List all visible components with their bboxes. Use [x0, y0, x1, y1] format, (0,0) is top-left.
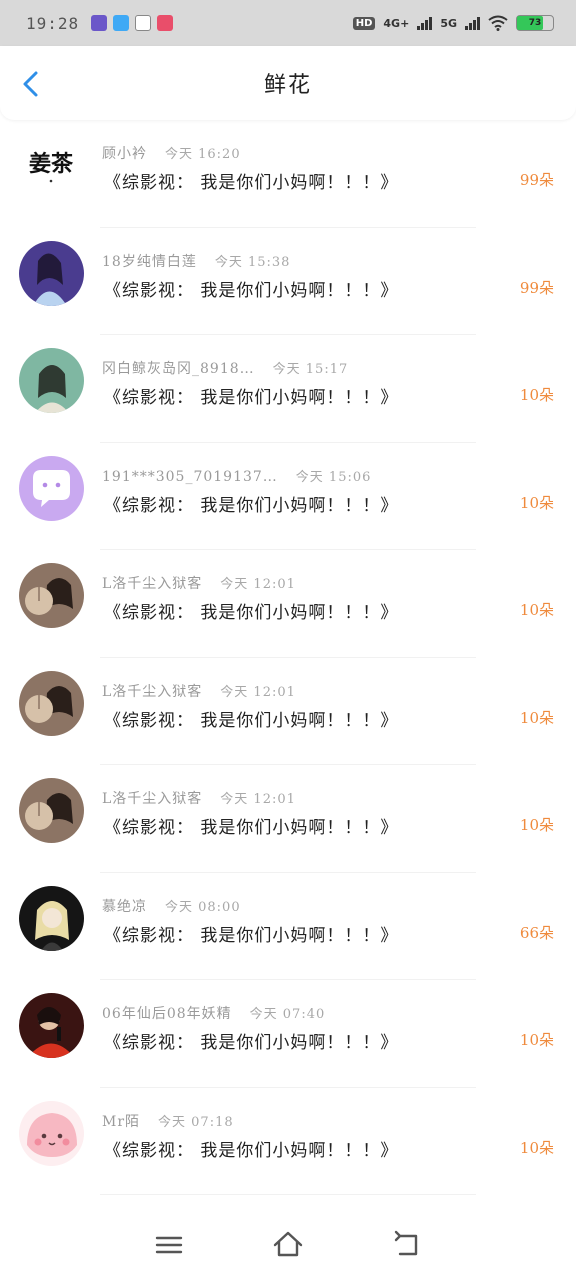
- flower-count: 10朵: [519, 386, 554, 404]
- status-bar: 19:28 HD 4G+ 5G 73: [0, 0, 576, 46]
- list-item[interactable]: 慕绝凉 今天 08:00 《综影视： 我是你们小妈啊！！！》 66朵: [0, 873, 576, 980]
- sender-line: 06年仙后08年妖精 今天 07:40: [102, 1003, 325, 1023]
- flower-count: 99朵: [519, 171, 554, 189]
- sender-line: 顾小衿 今天 16:20: [102, 143, 241, 163]
- sender-line: 18岁纯情白莲 今天 15:38: [102, 251, 290, 271]
- back-icon[interactable]: [390, 1228, 424, 1262]
- book-title: 《综影视： 我是你们小妈啊！！！》: [104, 818, 399, 838]
- avatar-girl-green[interactable]: [19, 348, 84, 413]
- flower-record-list[interactable]: 姜茶 顾小衿 今天 16:20 《综影视： 我是你们小妈啊！！！》 99朵 18岁…: [0, 120, 576, 1210]
- send-time: 今天 15:38: [214, 254, 291, 270]
- sender-name[interactable]: 18岁纯情白莲: [102, 254, 197, 270]
- avatar-girl-fan[interactable]: [19, 563, 84, 628]
- avatar-girl-blue[interactable]: [19, 240, 84, 306]
- network-4g-label: 4G+: [383, 16, 410, 30]
- divider: [100, 1194, 476, 1195]
- sender-name[interactable]: Mr陌: [102, 1114, 140, 1130]
- sender-line: Mr陌 今天 07:18: [102, 1111, 234, 1131]
- send-time: 今天 15:06: [295, 469, 372, 485]
- network-5g-label: 5G: [440, 16, 457, 30]
- list-item[interactable]: 191***305_7019137… 今天 15:06 《综影视： 我是你们小妈啊…: [0, 443, 576, 550]
- menu-icon[interactable]: [152, 1228, 186, 1262]
- sender-name[interactable]: 慕绝凉: [102, 899, 147, 915]
- flower-count: 66朵: [519, 923, 554, 942]
- sender-name[interactable]: L洛千尘入狱客: [102, 684, 202, 700]
- svg-text:姜茶: 姜茶: [29, 151, 74, 177]
- battery-icon: 73: [516, 15, 554, 31]
- send-time: 今天 16:20: [165, 147, 241, 162]
- book-title: 《综影视： 我是你们小妈啊！！！》: [104, 280, 399, 301]
- sender-name[interactable]: 191***305_7019137…: [102, 469, 278, 485]
- signal-icon-2: [465, 16, 480, 30]
- sender-line: L洛千尘入狱客 今天 12:01: [102, 788, 296, 808]
- flower-count: 10朵: [519, 1138, 554, 1157]
- list-item[interactable]: L洛千尘入狱客 今天 12:01 《综影视： 我是你们小妈啊！！！》 10朵: [0, 550, 576, 658]
- send-time: 今天 07:18: [158, 1114, 234, 1130]
- flower-count: 10朵: [519, 1031, 554, 1049]
- status-time: 19:28: [26, 13, 80, 33]
- chat-app-icon: [157, 15, 174, 31]
- send-time: 今天 12:01: [220, 792, 296, 807]
- book-title: 《综影视： 我是你们小妈啊！！！》: [104, 495, 399, 516]
- book-title: 《综影视： 我是你们小妈啊！！！》: [104, 173, 399, 193]
- sender-line: 冈白鲸灰岛冈_8918… 今天 15:17: [102, 358, 348, 378]
- list-item[interactable]: 06年仙后08年妖精 今天 07:40 《综影视： 我是你们小妈啊！！！》 10朵: [0, 980, 576, 1088]
- avatar-girl-fan[interactable]: [19, 670, 84, 736]
- battery-level: 73: [528, 18, 542, 28]
- notes-icon: [135, 15, 152, 31]
- send-time: 今天 12:01: [220, 684, 296, 700]
- avatar-pink-blob[interactable]: [19, 1100, 84, 1166]
- sender-name[interactable]: L洛千尘入狱客: [102, 791, 202, 807]
- notification-icons: [91, 15, 174, 31]
- book-title: 《综影视： 我是你们小妈啊！！！》: [104, 388, 399, 408]
- list-item[interactable]: Mr陌 今天 07:18 《综影视： 我是你们小妈啊！！！》 10朵: [0, 1088, 576, 1195]
- signal-icon: [417, 16, 433, 30]
- send-time: 今天 07:40: [249, 1007, 326, 1022]
- hd-badge: HD: [352, 16, 376, 30]
- sender-line: L洛千尘入狱客 今天 12:01: [102, 573, 296, 593]
- list-item[interactable]: 18岁纯情白莲 今天 15:38 《综影视： 我是你们小妈啊！！！》 99朵: [0, 228, 576, 335]
- flower-count: 10朵: [519, 493, 554, 512]
- list-item[interactable]: 姜茶 顾小衿 今天 16:20 《综影视： 我是你们小妈啊！！！》 99朵: [0, 120, 576, 228]
- book-title: 《综影视： 我是你们小妈啊！！！》: [104, 603, 399, 623]
- avatar-singer-red[interactable]: [19, 993, 84, 1058]
- book-title: 《综影视： 我是你们小妈啊！！！》: [104, 710, 399, 731]
- list-item[interactable]: 冈白鲸灰岛冈_8918… 今天 15:17 《综影视： 我是你们小妈啊！！！》 1…: [0, 335, 576, 443]
- avatar-girl-fan[interactable]: [19, 778, 84, 843]
- header: 鲜花: [0, 46, 576, 120]
- send-time: 今天 15:17: [272, 362, 349, 377]
- send-time: 今天 12:01: [220, 577, 296, 592]
- book-title: 《综影视： 我是你们小妈啊！！！》: [104, 1140, 399, 1161]
- flower-count: 10朵: [519, 708, 554, 727]
- book-title: 《综影视： 我是你们小妈啊！！！》: [104, 925, 399, 946]
- flower-count: 10朵: [519, 601, 554, 619]
- list-item[interactable]: L洛千尘入狱客 今天 12:01 《综影视： 我是你们小妈啊！！！》 10朵: [0, 765, 576, 873]
- flower-count: 99朵: [519, 278, 554, 297]
- browser-icon: [113, 15, 130, 31]
- kuaikan-icon: [91, 15, 108, 31]
- send-time: 今天 08:00: [165, 899, 241, 915]
- wifi-icon: [488, 15, 508, 31]
- sender-name[interactable]: 冈白鲸灰岛冈_8918…: [102, 361, 255, 377]
- sender-line: L洛千尘入狱客 今天 12:01: [102, 681, 296, 701]
- sender-name[interactable]: 06年仙后08年妖精: [102, 1006, 232, 1022]
- list-item[interactable]: L洛千尘入狱客 今天 12:01 《综影视： 我是你们小妈啊！！！》 10朵: [0, 658, 576, 765]
- avatar-logo[interactable]: 姜茶: [19, 133, 84, 198]
- sender-name[interactable]: L洛千尘入狱客: [102, 576, 202, 592]
- sender-line: 191***305_7019137… 今天 15:06: [102, 466, 371, 485]
- avatar-chat-bubble[interactable]: [19, 455, 84, 521]
- sender-line: 慕绝凉 今天 08:00: [102, 896, 241, 916]
- status-indicators: HD 4G+ 5G 73: [352, 15, 554, 31]
- system-nav-bar: [0, 1210, 576, 1280]
- avatar-anime-blonde[interactable]: [19, 885, 84, 951]
- back-arrow-icon[interactable]: [18, 70, 46, 98]
- flower-count: 10朵: [519, 816, 554, 834]
- home-icon[interactable]: [271, 1228, 305, 1262]
- page-title: 鲜花: [263, 73, 312, 98]
- book-title: 《综影视： 我是你们小妈啊！！！》: [104, 1033, 399, 1053]
- sender-name[interactable]: 顾小衿: [102, 146, 147, 162]
